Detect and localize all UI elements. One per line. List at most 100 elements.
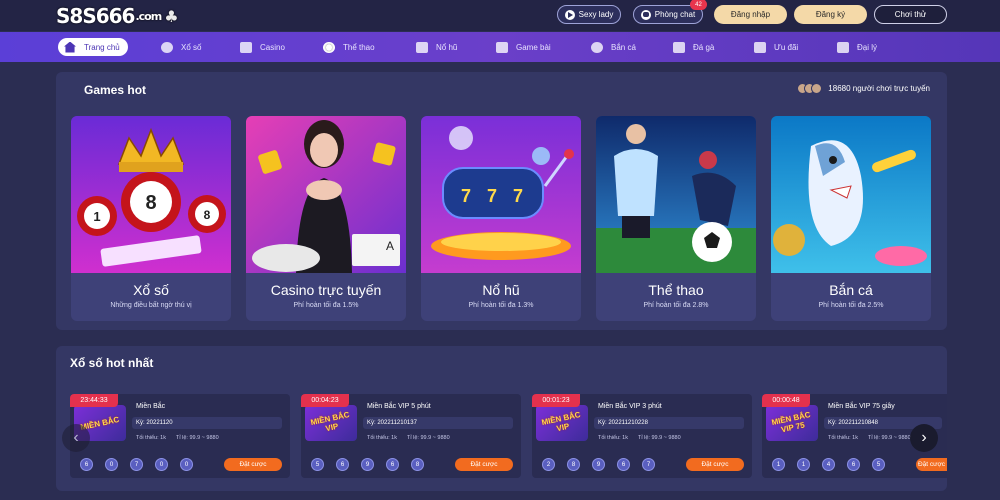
result-ball: 0 bbox=[180, 458, 193, 471]
result-ball: 9 bbox=[592, 458, 605, 471]
lottery-thumb: MIỀN BẮC VIP bbox=[305, 405, 357, 441]
login-button[interactable]: Đăng nhập bbox=[714, 5, 787, 24]
game-card-sports[interactable]: Thể thao Phí hoàn tối đa 2.8% bbox=[596, 116, 756, 321]
nav-item-cockfight[interactable]: Đá gà bbox=[673, 38, 714, 56]
result-ball: 5 bbox=[311, 458, 324, 471]
bet-button[interactable]: Đặt cược bbox=[916, 458, 947, 471]
result-balls: 5 6 9 6 8 bbox=[311, 458, 436, 471]
lottery-thumb-text: MIỀN BẮC VIP 75 bbox=[770, 410, 812, 435]
game-card-name: Thể thao bbox=[648, 282, 704, 298]
svg-text:8: 8 bbox=[204, 208, 211, 222]
result-ball: 0 bbox=[105, 458, 118, 471]
lottery-period: Kỳ: 20221120 bbox=[132, 417, 282, 429]
result-ball: 0 bbox=[155, 458, 168, 471]
bet-button[interactable]: Đặt cược bbox=[455, 458, 513, 471]
nav-item-agent[interactable]: Đại lý bbox=[837, 38, 877, 56]
top-header: S8S666 .com ♣ Sexy lady Phòng chat 42 Đăng… bbox=[0, 0, 1000, 31]
site-logo[interactable]: S8S666 .com ♣ bbox=[56, 2, 179, 30]
nav-label: Đại lý bbox=[857, 42, 878, 52]
nav-item-fishing[interactable]: Bắn cá bbox=[591, 38, 636, 56]
lottery-icon bbox=[161, 41, 173, 53]
countdown-timer: 00:01:23 bbox=[532, 394, 580, 407]
nav-label: Nổ hũ bbox=[436, 42, 458, 52]
game-card-name: Casino trực tuyến bbox=[270, 282, 382, 298]
countdown-timer: 00:04:23 bbox=[301, 394, 349, 407]
svg-text:8: 8 bbox=[145, 192, 156, 214]
slot-icon bbox=[416, 41, 428, 53]
result-ball: 6 bbox=[386, 458, 399, 471]
game-card-subtitle: Những điều bất ngờ thú vị bbox=[110, 302, 192, 309]
result-ball: 6 bbox=[617, 458, 630, 471]
lottery-card[interactable]: MIỀN BẮC 23:44:33 Miền Bắc Kỳ: 20221120 … bbox=[70, 394, 290, 478]
game-card-subtitle: Phí hoàn tối đa 2.8% bbox=[643, 302, 709, 309]
bet-button[interactable]: Đặt cược bbox=[224, 458, 282, 471]
nav-label: Game bài bbox=[516, 42, 551, 52]
hot-lottery-title: Xổ số hot nhất bbox=[70, 356, 154, 370]
lottery-thumb-text: MIỀN BẮC VIP bbox=[540, 410, 582, 434]
game-card-subtitle: Phí hoàn tối đa 2.5% bbox=[818, 302, 884, 309]
main-nav: Trang chủ Xổ số Casino Thể thao Nổ hũ Ga… bbox=[0, 32, 1000, 62]
demo-button[interactable]: Chơi thử bbox=[874, 5, 947, 24]
game-card-subtitle: Phí hoàn tối đa 1.5% bbox=[293, 302, 359, 309]
nav-item-home[interactable]: Trang chủ bbox=[58, 38, 128, 56]
home-icon bbox=[64, 41, 76, 53]
sexy-lady-button[interactable]: Sexy lady bbox=[557, 5, 621, 24]
lottery-rate: Tỉ lệ: 99.9 ~ 9880 bbox=[176, 435, 219, 441]
result-ball: 5 bbox=[872, 458, 885, 471]
lottery-min: Tối thiểu: 1k bbox=[828, 435, 858, 441]
online-text: 18680 người chơi trực tuyến bbox=[828, 84, 930, 93]
slots-art: 7 7 7 bbox=[421, 116, 581, 273]
carousel-next-button[interactable]: › bbox=[910, 424, 938, 452]
lottery-min: Tối thiểu: 1k bbox=[367, 435, 397, 441]
agent-icon bbox=[837, 41, 849, 53]
game-card-name: Nổ hũ bbox=[482, 282, 520, 298]
bet-button[interactable]: Đặt cược bbox=[686, 458, 744, 471]
sports-art bbox=[596, 116, 756, 273]
result-ball: 4 bbox=[822, 458, 835, 471]
chevron-right-icon: › bbox=[921, 429, 927, 446]
svg-text:7: 7 bbox=[461, 186, 471, 206]
avatar-group bbox=[797, 83, 823, 94]
lottery-period: Kỳ: 202211210137 bbox=[363, 417, 513, 429]
nav-label: Thể thao bbox=[343, 42, 375, 52]
register-button[interactable]: Đăng ký bbox=[794, 5, 867, 24]
result-ball: 2 bbox=[542, 458, 555, 471]
nav-item-lottery[interactable]: Xổ số bbox=[161, 38, 201, 56]
svg-text:1: 1 bbox=[93, 209, 100, 224]
lottery-min: Tối thiểu: 1k bbox=[136, 435, 166, 441]
lottery-card[interactable]: MIỀN BẮC VIP 00:01:23 Miền Bắc VIP 3 phú… bbox=[532, 394, 752, 478]
game-card-fishing[interactable]: Bắn cá Phí hoàn tối đa 2.5% bbox=[771, 116, 931, 321]
nav-item-sports[interactable]: Thể thao bbox=[323, 38, 375, 56]
game-card-casino[interactable]: A Casino trực tuyến Phí hoàn tối đa 1.5% bbox=[246, 116, 406, 321]
nav-item-slots[interactable]: Nổ hũ bbox=[416, 38, 457, 56]
result-ball: 8 bbox=[411, 458, 424, 471]
nav-label: Ưu đãi bbox=[774, 42, 799, 52]
fishing-art bbox=[771, 116, 931, 273]
game-card-name: Bắn cá bbox=[829, 282, 873, 298]
nav-label: Casino bbox=[260, 42, 285, 52]
result-ball: 7 bbox=[642, 458, 655, 471]
nav-item-casino[interactable]: Casino bbox=[240, 38, 285, 56]
online-count: 18680 người chơi trực tuyến bbox=[797, 83, 930, 94]
carousel-prev-button[interactable]: ‹ bbox=[62, 424, 90, 452]
gift-icon bbox=[754, 41, 766, 53]
game-card-lottery[interactable]: 8 1 8 Xổ số Những điều bất ngờ thú vị bbox=[71, 116, 231, 321]
result-ball: 8 bbox=[567, 458, 580, 471]
lottery-card[interactable]: MIỀN BẮC VIP 00:04:23 Miền Bắc VIP 5 phú… bbox=[301, 394, 521, 478]
countdown-timer: 23:44:33 bbox=[70, 394, 118, 407]
casino-art: A bbox=[246, 116, 406, 273]
logo-text: S8S666 bbox=[56, 4, 135, 28]
svg-text:7: 7 bbox=[487, 186, 497, 206]
result-ball: 1 bbox=[772, 458, 785, 471]
nav-item-card-games[interactable]: Game bài bbox=[496, 38, 551, 56]
nav-item-promotions[interactable]: Ưu đãi bbox=[754, 38, 798, 56]
game-card-subtitle: Phí hoàn tối đa 1.3% bbox=[468, 302, 534, 309]
lottery-name: Miền Bắc VIP 5 phút bbox=[367, 403, 431, 410]
result-balls: 1 1 4 6 5 bbox=[772, 458, 897, 471]
lottery-art: 8 1 8 bbox=[71, 116, 231, 273]
result-ball: 6 bbox=[336, 458, 349, 471]
bet-label: Đặt cược bbox=[917, 461, 946, 468]
game-card-slots[interactable]: 7 7 7 Nổ hũ Phí hoàn tối đa 1.3% bbox=[421, 116, 581, 321]
result-ball: 1 bbox=[797, 458, 810, 471]
game-card-name: Xổ số bbox=[133, 282, 169, 298]
